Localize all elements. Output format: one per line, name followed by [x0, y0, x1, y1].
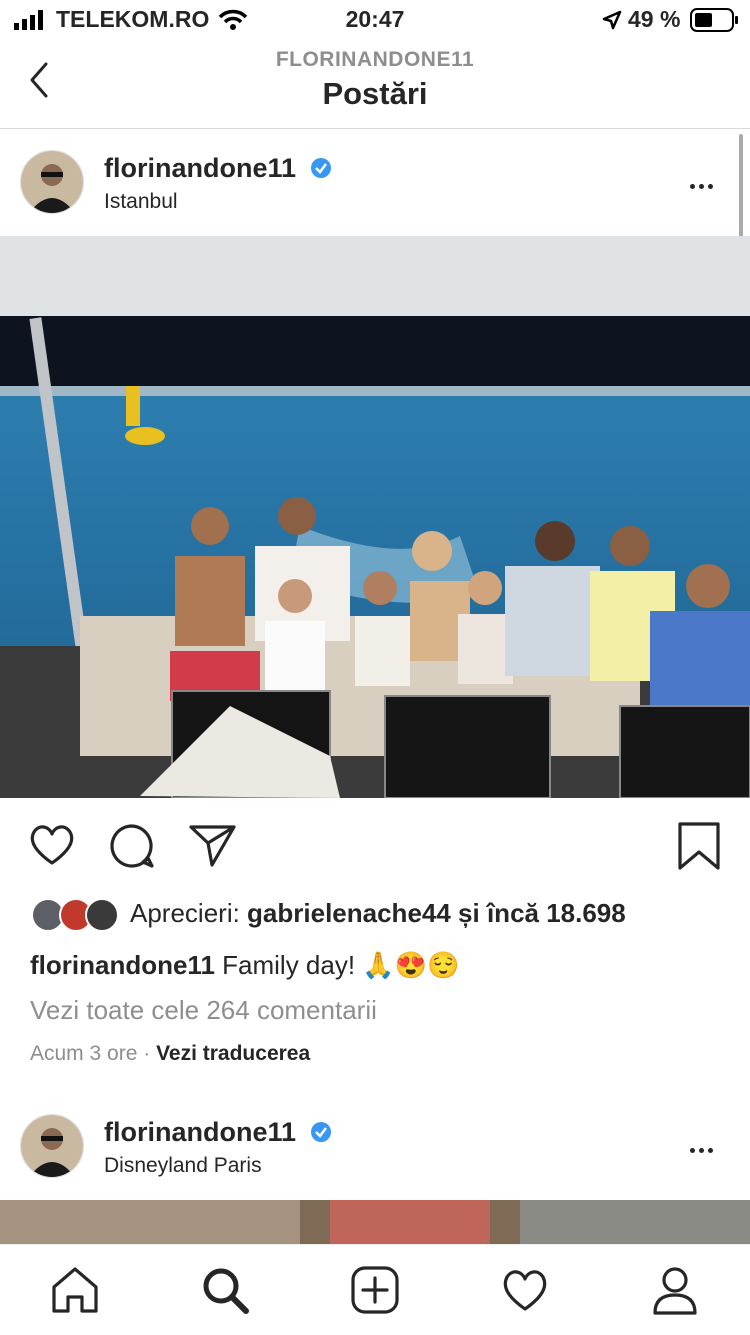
likes-prefix: Aprecieri: [130, 898, 248, 928]
add-icon[interactable] [350, 1265, 400, 1315]
likes-text[interactable]: Aprecieri: gabrielenache44 și încă 18.69… [130, 898, 626, 929]
avatar[interactable] [20, 1114, 84, 1178]
caption-username[interactable]: florinandone11 [30, 950, 215, 980]
likes-count[interactable]: și încă 18.698 [451, 898, 626, 928]
post-caption: florinandone11 Family day! 🙏😍😌 [30, 950, 459, 981]
verified-badge-icon [311, 158, 331, 178]
post-username[interactable]: florinandone11 [104, 153, 296, 184]
location-arrow-icon [602, 10, 622, 30]
view-comments-link[interactable]: Vezi toate cele 264 comentarii [30, 995, 377, 1026]
more-options-icon[interactable] [688, 176, 728, 196]
likes-user[interactable]: gabrielenache44 [247, 898, 451, 928]
likers-avatars[interactable] [30, 897, 120, 933]
post-image[interactable] [0, 1200, 750, 1244]
caption-text: Family day! 🙏😍😌 [214, 950, 460, 980]
post-username[interactable]: florinandone11 [104, 1117, 296, 1148]
tab-bar [0, 1244, 750, 1335]
battery-percent: 49 % [628, 6, 681, 32]
header-divider [0, 128, 750, 129]
bookmark-icon[interactable] [678, 822, 720, 870]
post-time: Acum 3 ore [30, 1042, 138, 1065]
home-icon[interactable] [50, 1265, 100, 1313]
meta-separator: · [137, 1042, 157, 1065]
verified-badge-icon [311, 1122, 331, 1142]
header-username: FLORINANDONE11 [275, 48, 475, 71]
translate-link[interactable]: Vezi traducerea [156, 1042, 310, 1065]
post-image[interactable] [0, 236, 750, 798]
battery-icon [690, 8, 738, 32]
post-location[interactable]: Istanbul [104, 190, 178, 214]
post-meta: Acum 3 ore · Vezi traducerea [30, 1042, 310, 1066]
status-bar: TELEKOM.RO 20:47 49 % [0, 0, 750, 40]
page-title: Postări [322, 76, 428, 111]
scrollbar[interactable] [739, 134, 743, 252]
avatar[interactable] [20, 150, 84, 214]
search-icon[interactable] [200, 1265, 250, 1315]
activity-heart-icon[interactable] [500, 1267, 550, 1313]
post-location[interactable]: Disneyland Paris [104, 1154, 262, 1178]
heart-icon[interactable] [28, 823, 76, 867]
profile-icon[interactable] [650, 1265, 700, 1315]
comment-icon[interactable] [108, 822, 156, 870]
paper-plane-icon[interactable] [188, 823, 238, 867]
more-options-icon[interactable] [688, 1140, 728, 1160]
